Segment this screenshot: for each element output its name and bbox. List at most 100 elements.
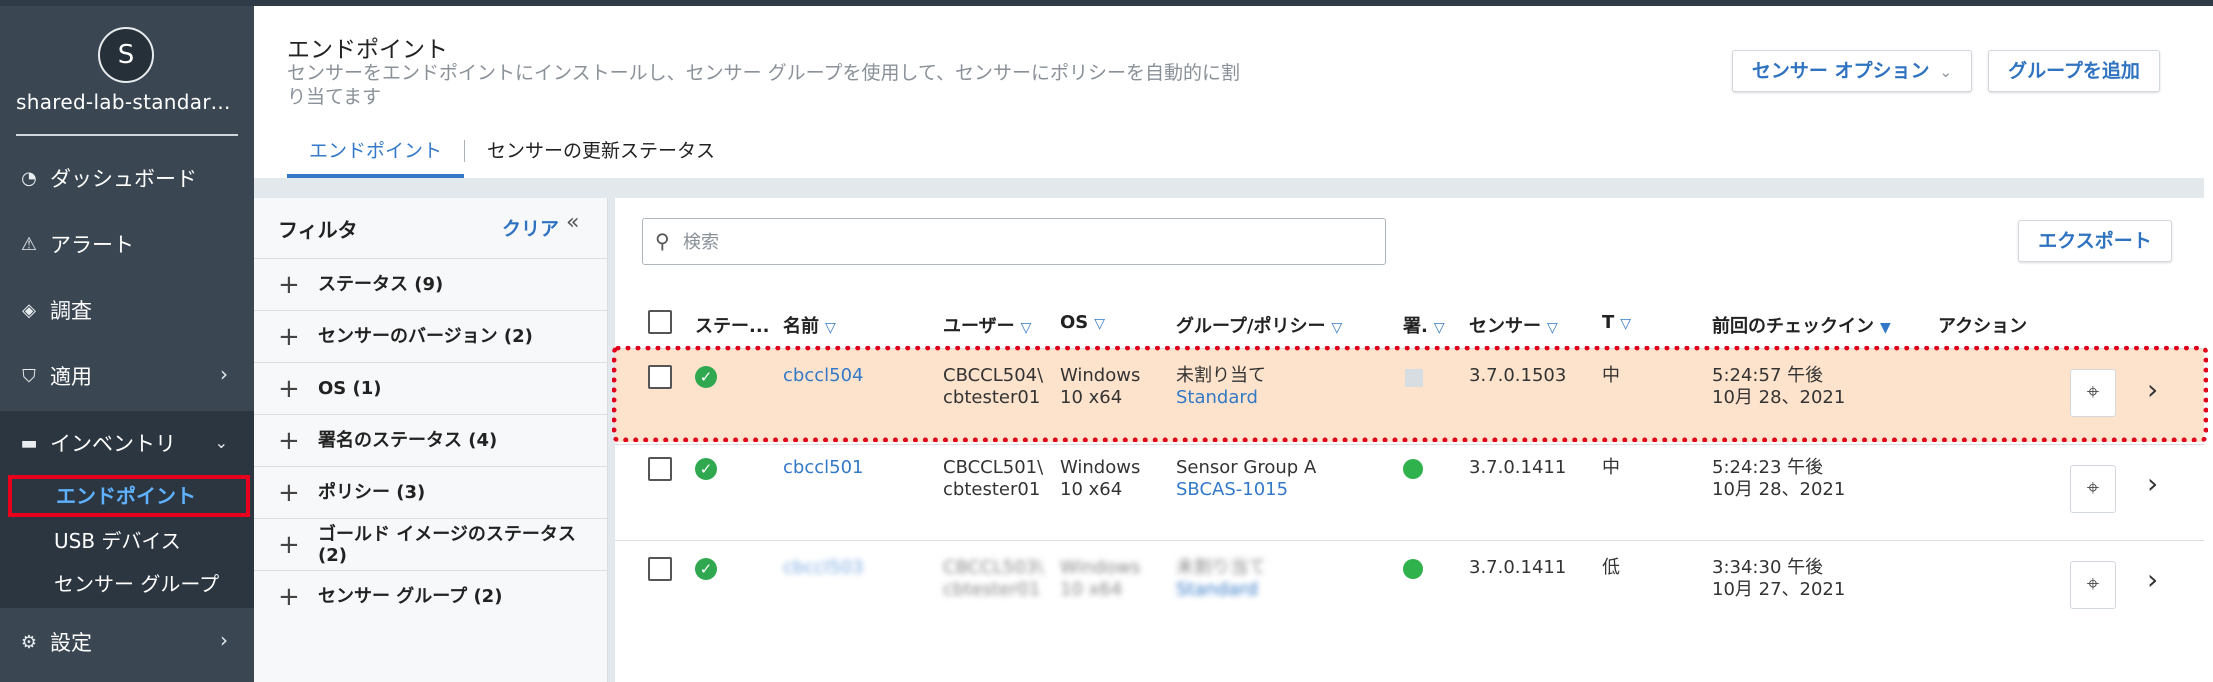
checkin-date: 10月 28、2021 <box>1712 479 1846 500</box>
filter-label: OS (1) <box>318 378 382 399</box>
target-value: 低 <box>1602 557 1620 578</box>
policy-link[interactable]: Standard <box>1176 579 1266 601</box>
nav-dashboard[interactable]: ◔ ダッシュボード <box>0 146 254 210</box>
group-policy-cell: 未割り当て Standard <box>1176 557 1266 601</box>
sort-icon: ▽ <box>1094 316 1106 332</box>
filter-label: ゴールド イメージのステータス (2) <box>318 523 576 566</box>
status-ok-icon: ✓ <box>695 558 717 580</box>
collapse-left-icon[interactable]: « <box>566 210 579 235</box>
sensor-version: 3.7.0.1411 <box>1469 457 1567 478</box>
filter-item-sensor-group[interactable]: + センサー グループ (2) <box>254 570 608 622</box>
group-name: 未割り当て <box>1176 557 1266 578</box>
filter-title: フィルタ <box>278 218 358 242</box>
os-name: Windows <box>1060 457 1141 478</box>
os-version: 10 x64 <box>1060 479 1123 500</box>
org-name[interactable]: shared-lab-standard-... <box>16 90 238 114</box>
nav-label: 設定 <box>50 631 92 655</box>
live-response-button[interactable]: ⌖ <box>2070 561 2116 609</box>
user-cell: CBCCL503\ cbtester01 <box>943 557 1043 601</box>
page-title: エンドポイント <box>287 37 448 63</box>
filter-item-sensor-version[interactable]: + センサーのバージョン (2) <box>254 310 608 362</box>
nav-settings[interactable]: ⚙ 設定 › <box>0 610 254 674</box>
shield-check-icon: ⛉ <box>22 365 36 387</box>
checkin-date: 10月 27、2021 <box>1712 579 1846 600</box>
tab-endpoints[interactable]: エンドポイント <box>287 126 465 178</box>
table-row[interactable]: ✓ cbccl503 CBCCL503\ cbtester01 Windows 10… <box>615 540 2204 634</box>
col-group-policy[interactable]: グループ/ポリシー ▽ <box>1176 312 1342 338</box>
search-input[interactable] <box>683 227 1373 257</box>
policy-link[interactable]: SBCAS-1015 <box>1176 479 1316 501</box>
add-group-button[interactable]: グループを追加 <box>1988 50 2160 92</box>
avatar[interactable]: S <box>98 27 154 83</box>
os-cell: Windows 10 x64 <box>1060 557 1140 601</box>
gauge-icon: ◔ <box>21 167 37 189</box>
endpoint-name-link[interactable]: cbccl503 <box>783 557 863 579</box>
nav-label: アラート <box>50 233 134 257</box>
page-header: エンドポイント センサーをエンドポイントにインストールし、センサー グループを使… <box>254 6 2213 178</box>
gear-icon: ⚙ <box>20 631 38 653</box>
subnav-endpoints[interactable]: エンドポイント <box>8 475 250 517</box>
nav-investigate[interactable]: ◈ 調査 <box>0 278 254 342</box>
col-signature[interactable]: 署. ▽ <box>1403 312 1445 338</box>
tab-bar: エンドポイント センサーの更新ステータス <box>287 126 737 178</box>
filter-item-os[interactable]: + OS (1) <box>254 362 608 414</box>
filter-item-gold-image-status[interactable]: + ゴールド イメージのステータス (2) <box>254 518 608 570</box>
filter-item-status[interactable]: + ステータス (9) <box>254 258 608 310</box>
page-description: センサーをエンドポイントにインストールし、センサー グループを使用して、センサー… <box>287 62 1241 108</box>
col-label: 前回のチェックイン <box>1712 316 1874 337</box>
nav-alerts[interactable]: ⚠ アラート <box>0 212 254 276</box>
plus-icon: + <box>278 477 300 508</box>
col-name[interactable]: 名前 ▽ <box>783 312 836 338</box>
export-button[interactable]: エクスポート <box>2018 220 2172 262</box>
plus-icon: + <box>278 373 300 404</box>
filter-clear-link[interactable]: クリア <box>502 214 559 241</box>
chevron-right-icon[interactable]: › <box>2147 563 2158 596</box>
investigate-icon: ◈ <box>22 299 36 321</box>
table-row[interactable]: ✓ cbccl501 CBCCL501\ cbtester01 Windows 10… <box>615 444 2204 538</box>
signature-ok-icon <box>1403 459 1423 479</box>
target-icon: ⌖ <box>2086 476 2100 501</box>
filter-label: ステータス (9) <box>318 274 444 295</box>
chevron-right-icon: › <box>220 362 228 386</box>
row-checkbox[interactable] <box>648 557 672 581</box>
col-label: 名前 <box>783 316 819 337</box>
plus-icon: + <box>278 425 300 456</box>
nav-label: インベントリ <box>50 432 176 456</box>
select-all-checkbox[interactable] <box>648 310 672 334</box>
sort-icon: ▽ <box>1433 320 1445 336</box>
filter-label: ポリシー (3) <box>318 482 426 503</box>
col-last-checkin[interactable]: 前回のチェックイン ▼ <box>1712 312 1891 338</box>
plus-icon: + <box>278 529 300 560</box>
user-name: cbtester01 <box>943 579 1041 600</box>
last-checkin-cell: 5:24:23 午後 10月 28、2021 <box>1712 457 1845 501</box>
sort-icon: ▽ <box>1620 316 1632 332</box>
col-status[interactable]: ステー... <box>695 312 770 338</box>
chevron-right-icon[interactable]: › <box>2147 467 2158 500</box>
col-user[interactable]: ユーザー ▽ <box>943 312 1031 338</box>
plus-icon: + <box>278 321 300 352</box>
subnav-usb-devices[interactable]: USB デバイス <box>0 520 254 562</box>
os-cell: Windows 10 x64 <box>1060 457 1140 501</box>
sensor-options-button[interactable]: センサー オプション ⌄ <box>1732 50 1972 92</box>
filter-label: センサー グループ (2) <box>318 586 503 607</box>
row-checkbox[interactable] <box>648 457 672 481</box>
endpoint-name-link[interactable]: cbccl501 <box>783 457 863 479</box>
search-icon: ⚲ <box>655 229 670 253</box>
search-box: ⚲ <box>642 218 1386 265</box>
tab-sensor-update-status[interactable]: センサーの更新ステータス <box>465 126 737 178</box>
nav-inventory[interactable]: ▬ インベントリ ⌄ <box>0 411 254 475</box>
filter-item-policy[interactable]: + ポリシー (3) <box>254 466 608 518</box>
col-os[interactable]: OS ▽ <box>1060 312 1105 333</box>
nav-label: 適用 <box>50 365 92 389</box>
target-icon: ⌖ <box>2086 572 2100 597</box>
filter-item-signature-status[interactable]: + 署名のステータス (4) <box>254 414 608 466</box>
col-sensor[interactable]: センサー ▽ <box>1469 312 1558 338</box>
chevron-down-icon: ⌄ <box>214 433 228 452</box>
col-t[interactable]: T ▽ <box>1602 312 1631 333</box>
nav-enforce[interactable]: ⛉ 適用 › <box>0 344 254 408</box>
subnav-sensor-groups[interactable]: センサー グループ <box>0 563 254 605</box>
filter-label: センサーのバージョン (2) <box>318 326 533 347</box>
user-name: cbtester01 <box>943 479 1041 500</box>
live-response-button[interactable]: ⌖ <box>2070 465 2116 513</box>
os-name: Windows <box>1060 557 1141 578</box>
